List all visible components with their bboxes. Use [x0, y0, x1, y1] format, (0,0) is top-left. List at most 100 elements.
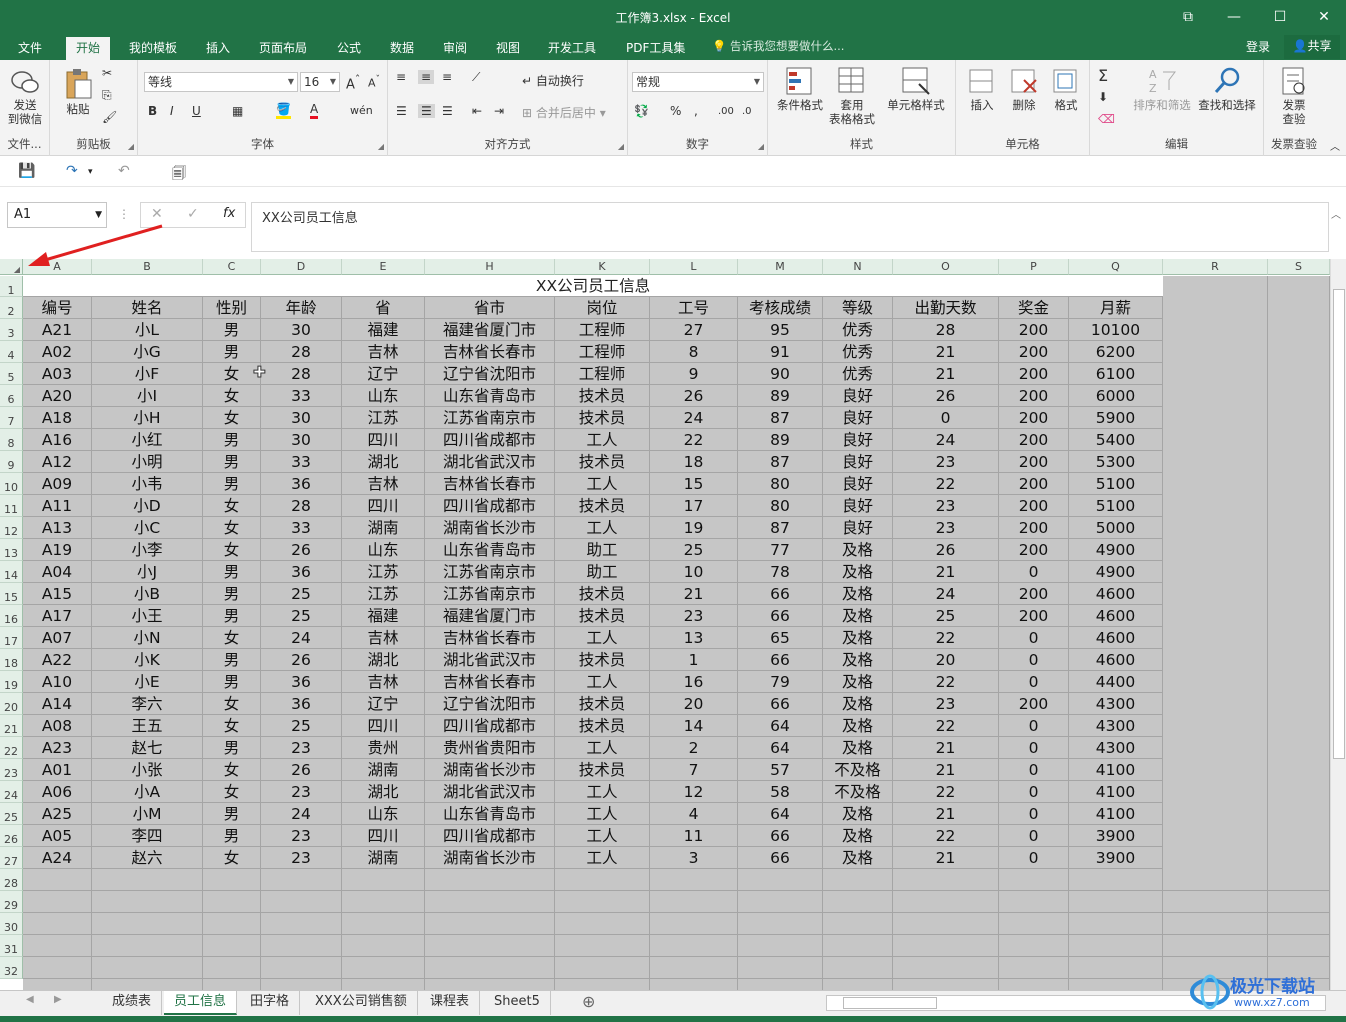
- table-cell[interactable]: 江苏: [342, 561, 425, 583]
- table-cell[interactable]: A06: [23, 781, 92, 803]
- table-cell[interactable]: 小D: [92, 495, 203, 517]
- tab-formulas[interactable]: 公式: [327, 37, 371, 60]
- format-cells-button[interactable]: 格式: [1046, 66, 1086, 112]
- table-cell[interactable]: 湖北省武汉市: [425, 781, 555, 803]
- table-cell[interactable]: 及格: [823, 693, 893, 715]
- table-cell[interactable]: 4600: [1069, 605, 1163, 627]
- send-to-wechat-button[interactable]: 发送 到微信: [2, 68, 48, 126]
- table-cell[interactable]: 24: [893, 583, 999, 605]
- table-cell[interactable]: 0: [999, 627, 1069, 649]
- row-header[interactable]: 23: [0, 759, 23, 781]
- table-cell[interactable]: 及格: [823, 649, 893, 671]
- sheet-tab[interactable]: 成绩表: [102, 991, 163, 1015]
- formula-input[interactable]: XX公司员工信息: [251, 202, 1329, 252]
- table-cell[interactable]: 20: [893, 649, 999, 671]
- scrollbar-thumb[interactable]: [1333, 289, 1345, 759]
- table-cell[interactable]: 男: [203, 803, 261, 825]
- table-cell[interactable]: 200: [999, 363, 1069, 385]
- row-header[interactable]: 13: [0, 539, 23, 561]
- table-cell[interactable]: A21: [23, 319, 92, 341]
- table-cell[interactable]: 26: [261, 759, 342, 781]
- row-header[interactable]: 1: [0, 276, 23, 297]
- table-cell[interactable]: 江苏省南京市: [425, 561, 555, 583]
- column-header[interactable]: D: [261, 259, 342, 275]
- tab-developer[interactable]: 开发工具: [538, 37, 606, 60]
- delete-cells-button[interactable]: 删除: [1004, 66, 1044, 112]
- column-header[interactable]: M: [738, 259, 823, 275]
- row-header[interactable]: 29: [0, 891, 23, 913]
- table-cell[interactable]: 技术员: [555, 649, 650, 671]
- table-cell[interactable]: 技术员: [555, 759, 650, 781]
- table-cell[interactable]: 小K: [92, 649, 203, 671]
- table-cell[interactable]: 64: [738, 737, 823, 759]
- table-cell[interactable]: 吉林省长春市: [425, 671, 555, 693]
- table-cell[interactable]: A01: [23, 759, 92, 781]
- table-cell[interactable]: 工人: [555, 517, 650, 539]
- table-cell[interactable]: 编号: [23, 297, 92, 319]
- table-cell[interactable]: 36: [261, 693, 342, 715]
- table-cell[interactable]: 5100: [1069, 473, 1163, 495]
- table-cell[interactable]: A14: [23, 693, 92, 715]
- scrollbar-thumb[interactable]: [843, 997, 937, 1009]
- column-header[interactable]: K: [555, 259, 650, 275]
- table-cell[interactable]: 及格: [823, 715, 893, 737]
- cell-styles-button[interactable]: 单元格样式: [880, 66, 952, 112]
- table-cell[interactable]: 四川省成都市: [425, 429, 555, 451]
- table-cell[interactable]: 小李: [92, 539, 203, 561]
- maximize-icon[interactable]: ☐: [1258, 4, 1302, 30]
- align-center-icon[interactable]: ☰: [418, 104, 435, 118]
- table-cell[interactable]: 及格: [823, 847, 893, 869]
- row-header[interactable]: 22: [0, 737, 23, 759]
- table-cell[interactable]: 4100: [1069, 781, 1163, 803]
- table-cell[interactable]: 工程师: [555, 341, 650, 363]
- table-cell[interactable]: 男: [203, 429, 261, 451]
- table-cell[interactable]: A02: [23, 341, 92, 363]
- table-cell[interactable]: 89: [738, 385, 823, 407]
- table-cell[interactable]: 吉林省长春市: [425, 473, 555, 495]
- table-cell[interactable]: 男: [203, 737, 261, 759]
- table-cell[interactable]: 4900: [1069, 539, 1163, 561]
- column-header[interactable]: H: [425, 259, 555, 275]
- table-cell[interactable]: 湖南省长沙市: [425, 847, 555, 869]
- table-cell[interactable]: 200: [999, 429, 1069, 451]
- table-cell[interactable]: 0: [999, 715, 1069, 737]
- table-cell[interactable]: 23: [261, 825, 342, 847]
- table-cell[interactable]: 22: [650, 429, 738, 451]
- table-cell[interactable]: 26: [893, 385, 999, 407]
- row-header[interactable]: 7: [0, 407, 23, 429]
- wrap-text-button[interactable]: ↵ 自动换行: [522, 72, 584, 89]
- table-cell[interactable]: 89: [738, 429, 823, 451]
- table-cell[interactable]: A07: [23, 627, 92, 649]
- table-cell[interactable]: 200: [999, 319, 1069, 341]
- format-as-table-button[interactable]: 套用 表格格式: [826, 66, 878, 126]
- table-cell[interactable]: 省市: [425, 297, 555, 319]
- table-cell[interactable]: 湖北: [342, 451, 425, 473]
- table-cell[interactable]: 13: [650, 627, 738, 649]
- table-cell[interactable]: 及格: [823, 825, 893, 847]
- table-cell[interactable]: 助工: [555, 561, 650, 583]
- row-header[interactable]: 8: [0, 429, 23, 451]
- table-cell[interactable]: 6000: [1069, 385, 1163, 407]
- table-cell[interactable]: 小M: [92, 803, 203, 825]
- table-cell[interactable]: 赵七: [92, 737, 203, 759]
- chevron-down-icon[interactable]: ▾: [88, 167, 93, 177]
- table-cell[interactable]: 及格: [823, 605, 893, 627]
- table-cell[interactable]: 4100: [1069, 803, 1163, 825]
- table-cell[interactable]: 贵州省贵阳市: [425, 737, 555, 759]
- ribbon-display-options-icon[interactable]: ⧉: [1166, 4, 1210, 30]
- table-cell[interactable]: 3: [650, 847, 738, 869]
- minimize-icon[interactable]: —: [1212, 4, 1256, 30]
- table-cell[interactable]: 21: [893, 803, 999, 825]
- table-cell[interactable]: 赵六: [92, 847, 203, 869]
- table-cell[interactable]: 小张: [92, 759, 203, 781]
- table-cell[interactable]: 吉林: [342, 671, 425, 693]
- table-cell[interactable]: 5400: [1069, 429, 1163, 451]
- table-cell[interactable]: 福建省厦门市: [425, 319, 555, 341]
- orientation-icon[interactable]: ⟋: [472, 70, 480, 85]
- table-cell[interactable]: 及格: [823, 583, 893, 605]
- table-cell[interactable]: 36: [261, 561, 342, 583]
- row-header[interactable]: 19: [0, 671, 23, 693]
- table-cell[interactable]: 女: [203, 627, 261, 649]
- table-cell[interactable]: 四川省成都市: [425, 715, 555, 737]
- table-cell[interactable]: 工人: [555, 803, 650, 825]
